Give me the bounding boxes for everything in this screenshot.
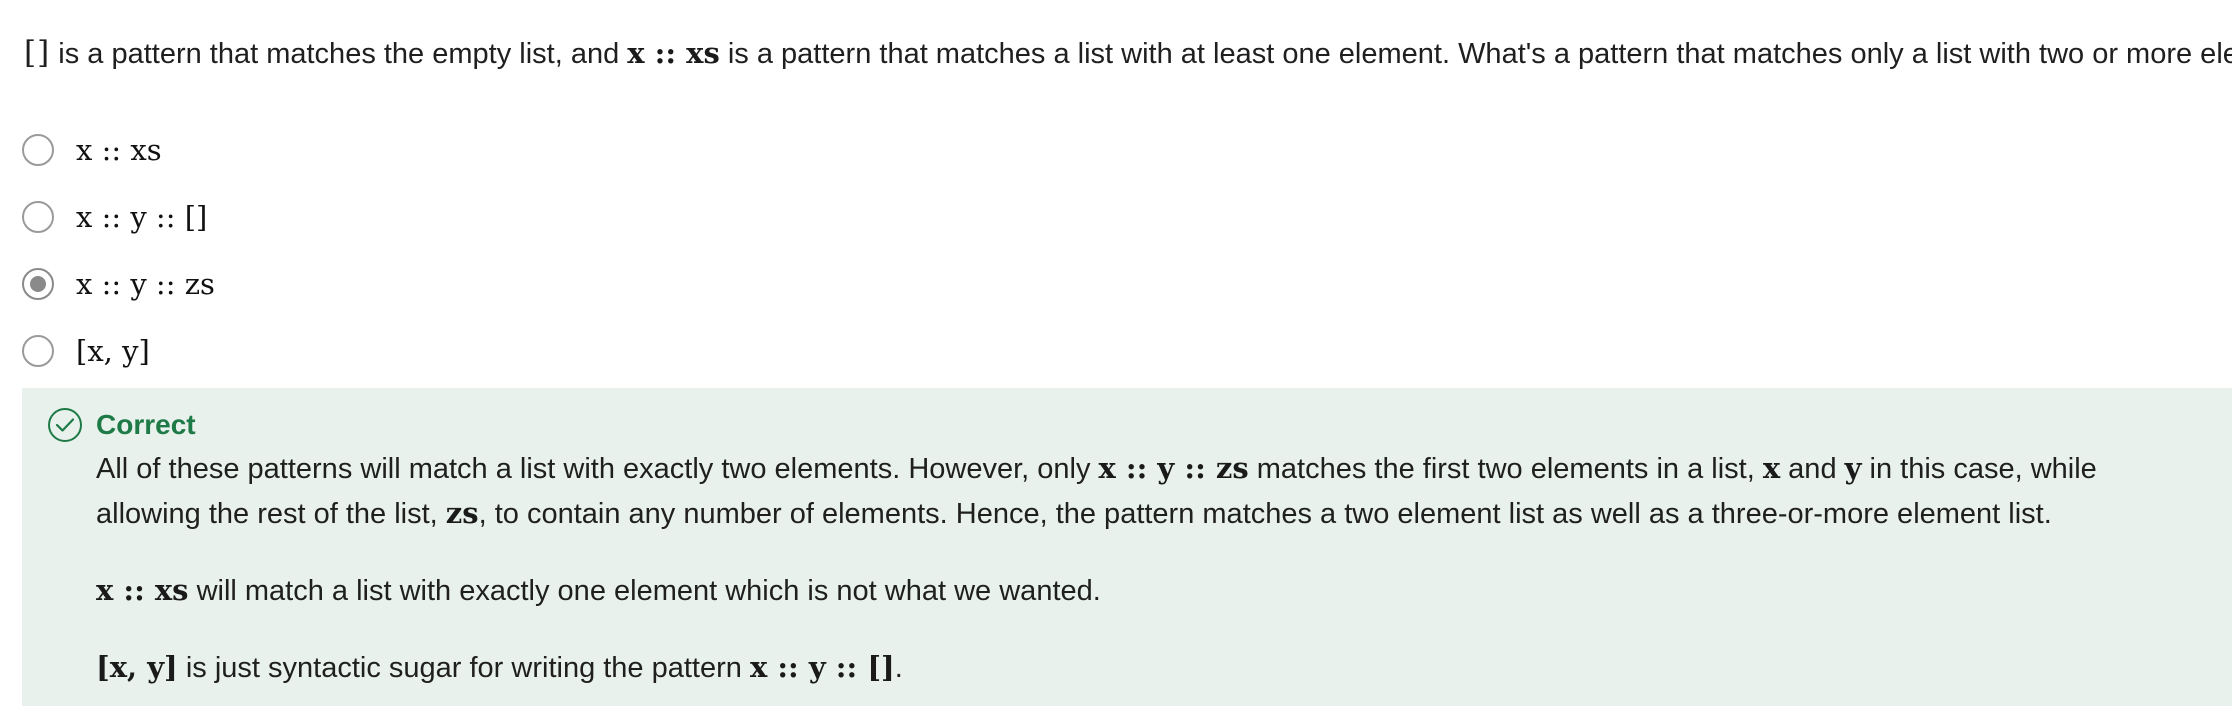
feedback-explanation: All of these patterns will match a list …: [96, 446, 2206, 690]
code: x :: y :: zs: [1098, 451, 1249, 485]
option-label: x :: y :: []: [76, 199, 208, 234]
question-text-part-1: is a pattern that matches the empty list…: [50, 38, 628, 70]
option-label: [x, y]: [76, 333, 150, 368]
text: matches the first two elements in a list…: [1248, 453, 1763, 485]
feedback-header: Correct: [48, 408, 196, 442]
code: x :: xs: [96, 573, 189, 607]
radio-button[interactable]: [22, 334, 54, 367]
check-circle-icon: [48, 408, 82, 442]
text: will match a list with exactly one eleme…: [188, 575, 1101, 607]
feedback-panel: Correct All of these patterns will match…: [22, 388, 2232, 706]
code: x :: y :: []: [749, 650, 895, 684]
code: y: [1844, 451, 1862, 485]
answer-options: x :: xs x :: y :: [] x :: y :: zs [x, y]: [22, 116, 2212, 384]
empty-list-code: []: [24, 35, 51, 71]
cons-pattern-code: x :: xs: [627, 36, 720, 70]
radio-button-selected[interactable]: [22, 267, 54, 300]
feedback-status: Correct: [96, 409, 196, 440]
text: , to contain any number of elements. Hen…: [478, 498, 2052, 530]
text: is just syntactic sugar for writing the …: [177, 652, 750, 684]
code: zs: [445, 496, 479, 530]
explanation-paragraph-1: All of these patterns will match a list …: [96, 446, 2206, 536]
code: [x, y]: [96, 650, 178, 684]
radio-button[interactable]: [22, 200, 54, 233]
explanation-paragraph-2: x :: xs will match a list with exactly o…: [96, 568, 2206, 613]
text: All of these patterns will match a list …: [96, 453, 1099, 485]
option-list-x-y[interactable]: [x, y]: [22, 317, 2212, 384]
option-x-cons-y-cons-zs[interactable]: x :: y :: zs: [22, 250, 2212, 317]
option-label: x :: xs: [76, 132, 162, 167]
text: .: [894, 652, 903, 684]
option-x-cons-xs[interactable]: x :: xs: [22, 116, 2212, 183]
question-text: [] is a pattern that matches the empty l…: [24, 30, 2232, 77]
text: and: [1780, 453, 1845, 485]
option-label: x :: y :: zs: [76, 266, 215, 301]
radio-button[interactable]: [22, 133, 54, 166]
question-text-part-2: is a pattern that matches a list with at…: [719, 38, 2232, 70]
code: x: [1762, 451, 1781, 485]
quiz-question-page: [] is a pattern that matches the empty l…: [0, 0, 2232, 714]
explanation-paragraph-3: [x, y] is just syntactic sugar for writi…: [96, 645, 2206, 690]
option-x-cons-y-cons-empty[interactable]: x :: y :: []: [22, 183, 2212, 250]
